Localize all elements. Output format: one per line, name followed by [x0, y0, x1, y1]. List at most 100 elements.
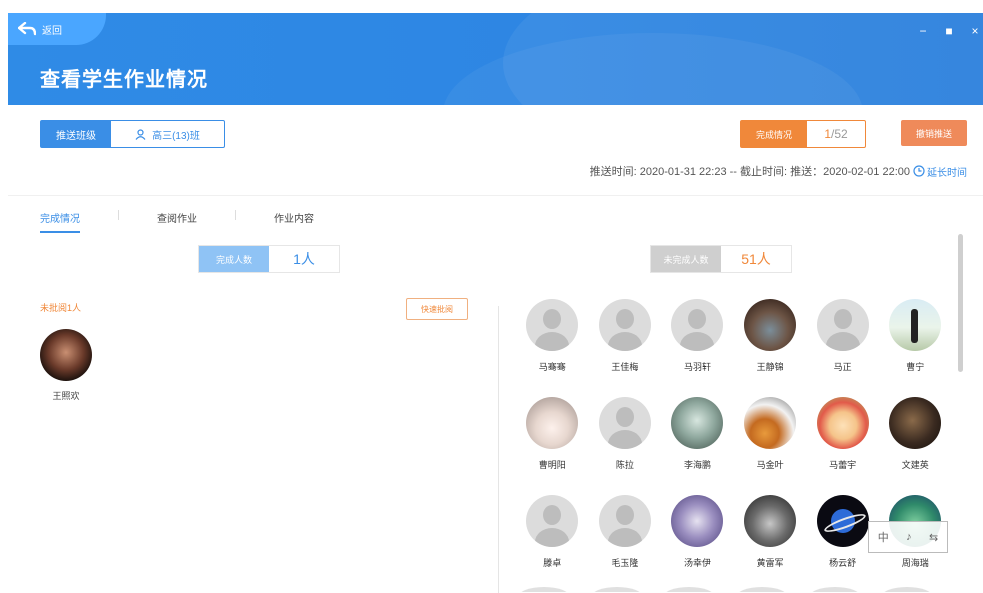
class-selector: 推送班级 高三(13)班 [40, 120, 225, 148]
clock-icon [913, 165, 925, 177]
avatar [598, 397, 651, 449]
student-name: 黄雷军 [756, 558, 784, 568]
avatar [598, 299, 651, 351]
tab-review[interactable]: 查阅作业 [157, 210, 197, 231]
avatar [671, 299, 724, 351]
close-icon[interactable]: × [969, 24, 981, 38]
avatar [526, 495, 579, 547]
student-name: 文建英 [901, 460, 929, 470]
uncompleted-count-box: 未完成人数 51人 [650, 245, 792, 273]
student-card[interactable]: 马骞骞 [516, 299, 589, 397]
page-title: 查看学生作业情况 [40, 69, 208, 91]
unreviewed-label: 未批阅1人 [40, 303, 82, 313]
completed-student[interactable]: 王照欢 [40, 329, 92, 402]
student-name: 李海鹏 [683, 460, 711, 470]
student-card[interactable]: 汤幸伊 [661, 495, 734, 593]
revoke-button[interactable]: 撤销推送 [901, 120, 967, 146]
student-name: 曹明阳 [538, 460, 566, 470]
avatar [663, 587, 716, 592]
uncompleted-label: 未完成人数 [651, 246, 721, 272]
extend-time-label: 延长时间 [927, 167, 967, 179]
student-name: 王静锦 [756, 362, 784, 372]
completion-count: 1/52 [807, 121, 865, 147]
floating-toolbar[interactable]: 中 ♪ ⇆ [868, 521, 948, 553]
toolbar: 推送班级 高三(13)班 完成情况 1/52 撤销推送 推送时间: 2020-0… [8, 105, 983, 193]
student-card[interactable]: 文建英 [879, 397, 952, 495]
input-method-icon[interactable]: 中 [878, 529, 889, 545]
student-name: 汤幸伊 [683, 558, 711, 568]
student-card[interactable]: 黄雷军 [734, 495, 807, 593]
avatar [881, 587, 934, 592]
completed-label: 完成人数 [199, 246, 269, 272]
tab-completion[interactable]: 完成情况 [40, 210, 80, 233]
student-name: 马骞骞 [538, 362, 566, 372]
class-label: 高三(13)班 [152, 130, 200, 142]
avatar [744, 299, 797, 351]
next-student-row [508, 587, 944, 592]
student-card[interactable]: 马正 [806, 299, 879, 397]
student-name: 马蕾宇 [829, 460, 857, 470]
student-card[interactable]: 陈拉 [589, 397, 662, 495]
time-text: 推送时间: 2020-01-31 22:23 -- 截止时间: 推送：2020-… [589, 166, 910, 178]
avatar [518, 587, 571, 592]
student-card[interactable]: 毛玉隆 [589, 495, 662, 593]
student-card[interactable]: 王静锦 [734, 299, 807, 397]
student-card[interactable]: 马金叶 [734, 397, 807, 495]
avatar [744, 397, 797, 449]
back-button[interactable]: 返回 [8, 13, 106, 45]
student-name: 陈拉 [615, 460, 634, 470]
avatar [526, 299, 579, 351]
back-arrow-icon [18, 22, 36, 36]
tab-content[interactable]: 作业内容 [274, 210, 314, 231]
publish-class-button[interactable]: 推送班级 [41, 121, 111, 147]
tab-divider [118, 210, 119, 220]
completion-total: /52 [831, 127, 848, 141]
avatar [889, 299, 942, 351]
extend-time-link[interactable]: 延长时间 [913, 164, 967, 179]
student-name: 毛玉隆 [611, 558, 639, 568]
completion-status: 完成情况 1/52 [740, 120, 866, 148]
student-card[interactable]: 李海鹏 [661, 397, 734, 495]
student-name: 王佳梅 [611, 362, 639, 372]
class-tab[interactable]: 高三(13)班 [111, 121, 224, 147]
maximize-icon[interactable]: ■ [943, 24, 955, 38]
student-card[interactable]: 王佳梅 [589, 299, 662, 397]
completion-done: 1 [824, 127, 831, 141]
student-name: 曹宁 [906, 362, 925, 372]
scrollbar[interactable] [958, 234, 963, 372]
avatar [40, 329, 92, 381]
quick-review-button[interactable]: 快速批阅 [406, 298, 468, 320]
uncompleted-count: 51人 [741, 251, 771, 267]
avatar [598, 495, 651, 547]
completed-count: 1人 [293, 251, 315, 267]
avatar [526, 397, 579, 449]
time-info: 推送时间: 2020-01-31 22:23 -- 截止时间: 推送：2020-… [590, 163, 967, 179]
column-divider [498, 306, 499, 593]
music-icon[interactable]: ♪ [906, 531, 912, 543]
avatar [889, 397, 942, 449]
app-header: 返回 查看学生作业情况 − ■ × [8, 13, 983, 105]
tab-divider [235, 210, 236, 220]
student-card[interactable]: 马蕾宇 [806, 397, 879, 495]
avatar [816, 299, 869, 351]
student-row: 马骞骞 王佳梅 马羽轩 王静锦 马正 曹宁 [516, 299, 952, 397]
student-card[interactable]: 马羽轩 [661, 299, 734, 397]
avatar [816, 495, 869, 547]
user-icon [135, 128, 146, 140]
switch-icon[interactable]: ⇆ [929, 531, 938, 544]
student-name: 马正 [833, 362, 852, 372]
completion-status-button[interactable]: 完成情况 [741, 121, 807, 147]
student-name: 马羽轩 [683, 362, 711, 372]
main-content: 完成情况 查阅作业 作业内容 完成人数 1人 未完成人数 51人 未批阅1人 快… [8, 195, 983, 593]
minimize-icon[interactable]: − [917, 24, 929, 38]
avatar [736, 587, 789, 592]
student-card[interactable]: 曹宁 [879, 299, 952, 397]
completed-count-box: 完成人数 1人 [198, 245, 340, 273]
student-name: 周海瑞 [901, 558, 929, 568]
student-card[interactable]: 滕卓 [516, 495, 589, 593]
student-card[interactable]: 曹明阳 [516, 397, 589, 495]
back-label: 返回 [42, 25, 62, 37]
student-name: 滕卓 [543, 558, 562, 568]
avatar [808, 587, 861, 592]
window-controls: − ■ × [917, 24, 981, 38]
